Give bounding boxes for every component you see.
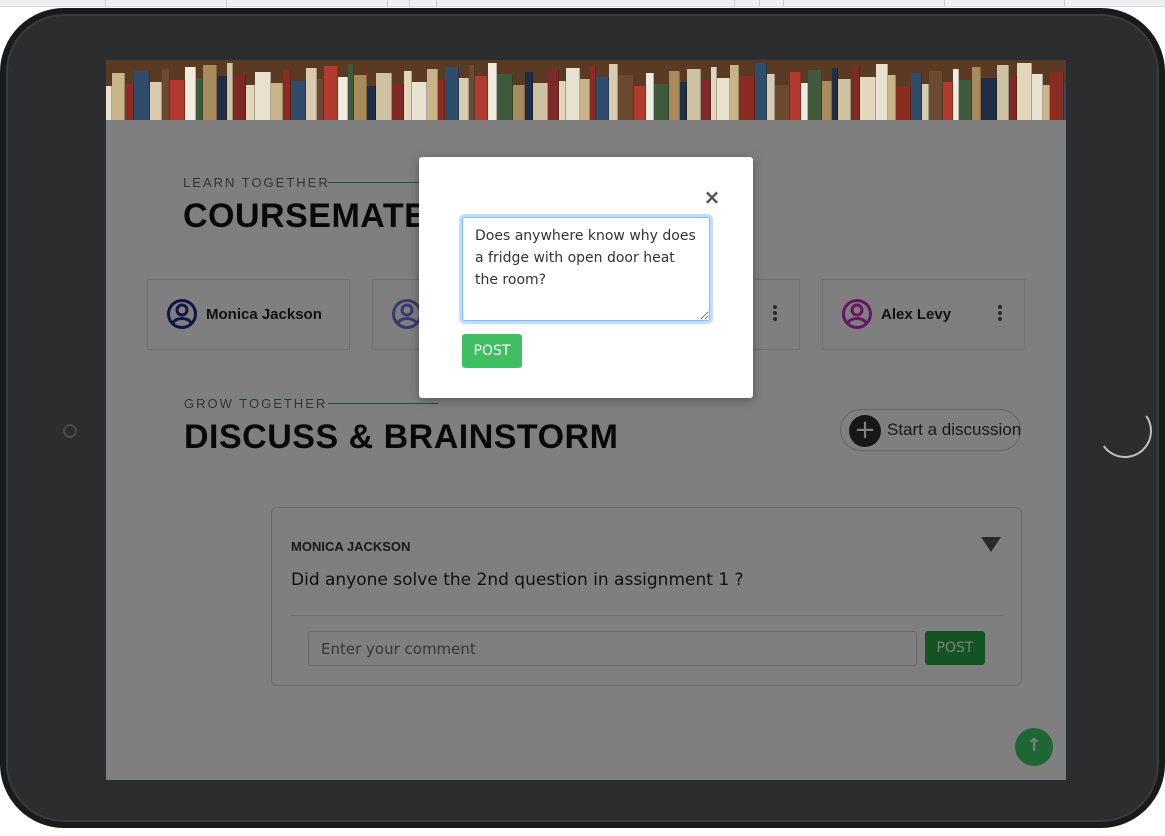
book-spine <box>669 71 680 120</box>
book-spine <box>739 76 755 120</box>
book-spine <box>367 86 376 120</box>
book-spine <box>162 69 170 120</box>
book-spine <box>324 66 338 120</box>
book-spine <box>475 76 488 120</box>
book-spine <box>185 67 196 120</box>
book-spine <box>646 73 654 120</box>
book-spine <box>687 69 701 120</box>
book-spine <box>929 71 943 120</box>
book-spine <box>634 86 646 120</box>
book-spine <box>513 85 525 120</box>
close-icon[interactable]: × <box>702 186 722 208</box>
book-spine <box>134 71 150 120</box>
book-spine <box>767 74 775 120</box>
book-spine <box>775 85 790 120</box>
book-spine <box>618 75 634 120</box>
book-spine <box>755 63 767 120</box>
book-spine <box>488 63 497 120</box>
book-spine <box>1043 85 1050 120</box>
book-spine <box>338 77 348 120</box>
browser-top-strip <box>0 0 1165 7</box>
book-spine <box>790 72 801 120</box>
book-spine <box>150 82 162 120</box>
book-spine <box>981 78 997 120</box>
book-spine <box>1009 76 1017 120</box>
book-spine <box>125 84 134 120</box>
book-spine <box>317 79 324 120</box>
book-spine <box>566 68 580 120</box>
book-spine <box>306 68 317 120</box>
book-spine <box>412 82 427 120</box>
book-spine <box>609 64 618 120</box>
camera-icon <box>63 424 77 438</box>
book-spine <box>922 84 929 120</box>
bookshelf-banner <box>106 60 1066 120</box>
book-spine <box>459 78 469 120</box>
book-spine <box>283 70 291 120</box>
book-spine <box>233 74 246 120</box>
discussion-textarea[interactable]: Does anywhere know why does a fridge wit… <box>462 217 710 321</box>
book-spine <box>1064 83 1066 120</box>
book-spine <box>559 81 566 120</box>
book-spine <box>404 71 412 120</box>
book-spine <box>392 84 404 120</box>
book-spine <box>271 83 283 120</box>
book-spine <box>959 80 972 120</box>
book-spine <box>354 75 367 120</box>
book-spine <box>580 79 590 120</box>
book-spine <box>654 84 669 120</box>
book-spine <box>896 86 911 120</box>
book-spine <box>701 80 711 120</box>
book-spine <box>851 66 860 120</box>
book-spine <box>838 79 851 120</box>
book-spine <box>246 85 255 120</box>
book-spine <box>203 65 217 120</box>
book-spine <box>255 72 271 120</box>
book-spine <box>808 70 822 120</box>
book-spine <box>801 83 808 120</box>
book-spine <box>943 82 953 120</box>
book-spine <box>525 72 533 120</box>
book-spine <box>717 78 730 120</box>
book-spine <box>680 82 687 120</box>
book-spine <box>1032 74 1043 120</box>
book-spine <box>972 67 981 120</box>
book-spine <box>876 64 888 120</box>
book-spine <box>860 77 876 120</box>
book-spine <box>291 81 306 120</box>
book-spine <box>217 76 227 120</box>
book-spine <box>822 81 832 120</box>
book-spine <box>730 65 739 120</box>
book-spine <box>427 69 438 120</box>
book-spine <box>997 65 1009 120</box>
book-spine <box>196 78 203 120</box>
book-spine <box>438 80 445 120</box>
book-spine <box>445 67 459 120</box>
book-spine <box>1050 72 1064 120</box>
book-spine <box>170 80 185 120</box>
modal-post-button[interactable]: POST <box>462 334 522 368</box>
book-spine <box>888 75 896 120</box>
book-spine <box>497 74 513 120</box>
book-spine <box>911 73 922 120</box>
book-spine <box>533 83 548 120</box>
book-spine <box>112 73 125 120</box>
book-spine <box>376 73 392 120</box>
home-button <box>1093 399 1157 463</box>
book-spine <box>596 77 609 120</box>
book-spine <box>548 70 559 120</box>
book-spine <box>1017 63 1032 120</box>
new-discussion-modal: × Does anywhere know why does a fridge w… <box>419 157 753 398</box>
